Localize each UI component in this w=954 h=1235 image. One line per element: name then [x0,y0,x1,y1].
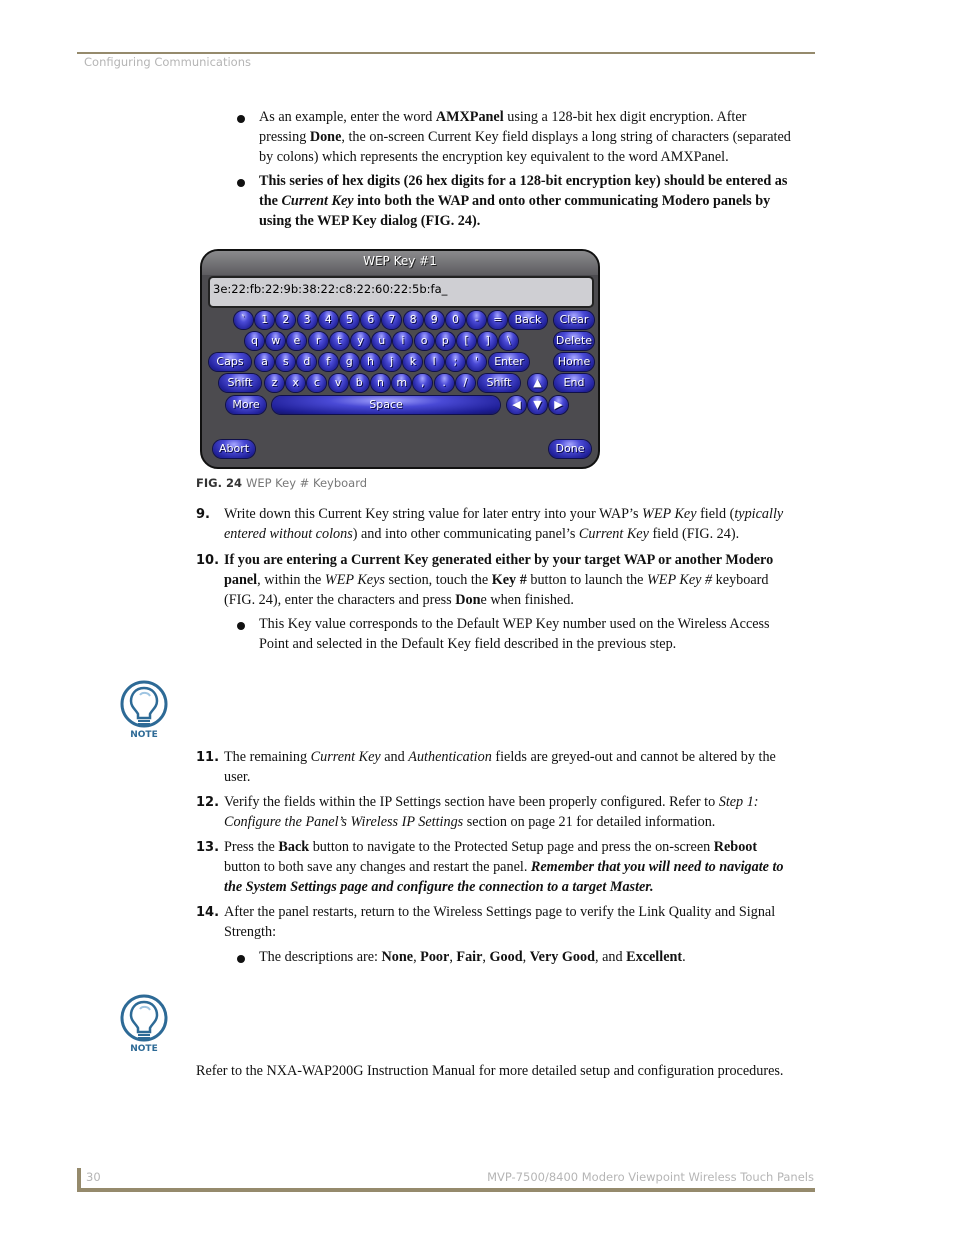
shift-key-left[interactable]: Shift [219,374,261,392]
arrow-down-key[interactable]: ▼ [528,396,547,414]
key-1-row4[interactable]: x [286,374,306,392]
space-key[interactable]: Space [272,396,500,414]
key-0-row4[interactable]: z [265,374,284,392]
key-12-row2[interactable]: \ [499,332,519,350]
key-5-row1[interactable]: 5 [340,311,359,329]
note-icon: NOTE [118,680,170,742]
key-9-row2[interactable]: p [435,332,455,350]
delete-key[interactable]: Delete [554,332,594,350]
key-10-row3[interactable]: ' [467,353,486,371]
arrow-left-key[interactable]: ◀ [507,396,526,414]
key-2-row3[interactable]: d [297,353,317,371]
key-8-row2[interactable]: o [414,332,434,350]
footer-title: MVP-7500/8400 Modero Viewpoint Wireless … [487,1170,814,1184]
header-rule [77,52,815,54]
note-icon: NOTE [118,994,170,1056]
key-10-row1[interactable]: 0 [446,311,465,329]
key-6-row1[interactable]: 6 [361,311,381,329]
key-8-row3[interactable]: l [424,353,444,371]
key-3-row1[interactable]: 3 [297,311,317,329]
key-1-row2[interactable]: w [266,332,286,350]
key-9-row4[interactable]: / [455,374,475,392]
key-1-row1[interactable]: 1 [255,311,275,329]
key-2-row2[interactable]: e [287,332,307,350]
key-4-row1[interactable]: 4 [318,311,338,329]
key-7-row1[interactable]: 7 [382,311,402,329]
key-7-row2[interactable]: i [393,332,413,350]
key-3-row3[interactable]: f [318,353,338,371]
key-2-row4[interactable]: c [307,374,327,392]
footer-rule [77,1188,815,1192]
key-0-row3[interactable]: a [255,353,274,371]
more-key[interactable]: More [226,396,266,414]
key-1-row3[interactable]: s [276,353,296,371]
key-5-row2[interactable]: y [351,332,370,350]
bullet-dot [237,115,245,123]
key-2-row1[interactable]: 2 [276,311,296,329]
enter-key[interactable]: Enter [489,353,529,371]
key-0-row2[interactable]: q [245,332,264,350]
key-6-row4[interactable]: m [392,374,412,392]
running-header: Configuring Communications [84,55,251,69]
home-key[interactable]: Home [554,353,594,371]
key-7-row3[interactable]: k [403,353,423,371]
figure-label: FIG. 24 [196,476,242,490]
note-label: NOTE [130,1044,158,1054]
key-7-row4[interactable]: , [413,374,433,392]
bullet-dot [237,622,245,630]
page-number: 30 [86,1170,101,1184]
shift-key-right[interactable]: Shift [478,374,520,392]
end-key[interactable]: End [554,374,594,392]
dialog-title: WEP Key #1 [363,254,437,268]
key-5-row4[interactable]: n [371,374,390,392]
key-3-row4[interactable]: v [328,374,348,392]
current-key-field[interactable]: 3e:22:fb:22:9b:38:22:c8:22:60:22:5b:fa_ [208,276,594,308]
key-9-row1[interactable]: 9 [424,311,444,329]
key-4-row2[interactable]: t [329,332,349,350]
arrow-right-key[interactable]: ▶ [549,396,568,414]
clear-key[interactable]: Clear [554,311,594,329]
arrow-up-key[interactable]: ▲ [528,374,547,392]
key-5-row3[interactable]: h [361,353,380,371]
key-6-row3[interactable]: j [382,353,402,371]
caps-key[interactable]: Caps [209,353,251,371]
done-button[interactable]: Done [549,440,591,458]
key-0-row1[interactable]: ` [234,311,253,329]
key-8-row1[interactable]: 8 [403,311,423,329]
back-key[interactable]: Back [509,311,547,329]
key-10-row2[interactable]: [ [457,332,476,350]
figure-caption: FIG. 24 WEP Key # Keyboard [196,476,368,490]
key-6-row2[interactable]: u [372,332,392,350]
abort-button[interactable]: Abort [213,440,255,458]
key-11-row1[interactable]: - [467,311,487,329]
key-4-row4[interactable]: b [349,374,369,392]
bullet-dot [237,955,245,963]
key-12-row1[interactable]: = [488,311,508,329]
key-4-row3[interactable]: g [339,353,359,371]
key-9-row3[interactable]: ; [445,353,465,371]
note-label: NOTE [130,730,158,740]
closing-paragraph: Refer to the NXA-WAP200G Instruction Man… [196,1063,784,1079]
wep-key-keyboard-dialog: WEP Key #1 3e:22:fb:22:9b:38:22:c8:22:60… [200,249,600,469]
key-8-row4[interactable]: . [434,374,454,392]
key-3-row2[interactable]: r [308,332,328,350]
key-11-row2[interactable]: ] [478,332,498,350]
bullet-dot [237,179,245,187]
